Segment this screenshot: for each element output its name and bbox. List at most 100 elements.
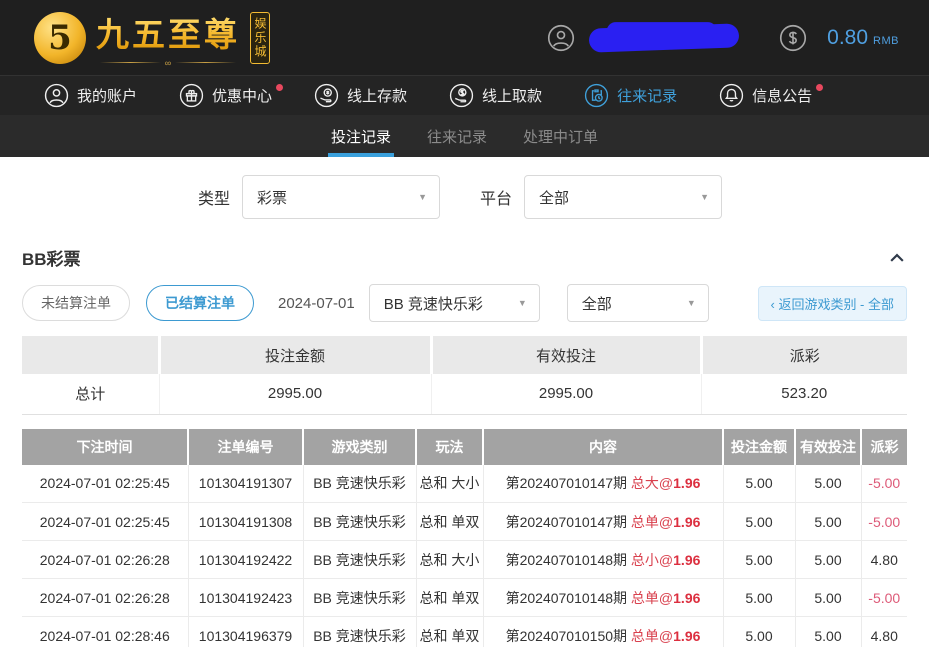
cell-content: 第202407010147期 总单@1.96 [483, 503, 723, 541]
cell-valid: 5.00 [795, 579, 861, 617]
nav-label: 我的账户 [77, 85, 137, 106]
unsettled-bets-button[interactable]: 未结算注单 [22, 285, 130, 321]
cell-play: 总和 大小 [416, 465, 483, 503]
tab-bet-records[interactable]: 投注记录 [331, 115, 391, 157]
chevron-down-icon: ▼ [700, 192, 709, 202]
cell-game: BB 竞速快乐彩 [303, 541, 416, 579]
scope-select[interactable]: 全部 ▼ [567, 284, 709, 322]
filter-row: 类型 彩票 ▼ 平台 全部 ▼ [22, 157, 907, 235]
balance-display[interactable]: 0.80 RMB [827, 26, 899, 50]
summary-table: 投注金额 有效投注 派彩 总计 2995.00 2995.00 523.20 [22, 336, 907, 415]
cell-amount: 5.00 [723, 541, 795, 579]
col-play-type: 玩法 [416, 429, 483, 465]
cell-payout: 4.80 [861, 541, 907, 579]
controls-row: 未结算注单 已结算注单 2024-07-01 BB 竞速快乐彩 ▼ 全部 ▼ ‹… [22, 282, 907, 336]
table-row: 2024-07-01 02:25:45 101304191308 BB 竞速快乐… [22, 503, 907, 541]
logo-badge: 娱乐城 [250, 12, 270, 64]
platform-select-value: 全部 [539, 187, 569, 208]
cell-time: 2024-07-01 02:25:45 [22, 465, 188, 503]
table-row: 2024-07-01 02:26:28 101304192423 BB 竞速快乐… [22, 579, 907, 617]
cell-play: 总和 大小 [416, 541, 483, 579]
cell-valid: 5.00 [795, 617, 861, 647]
logo-flourish-icon: ∞ [96, 58, 240, 68]
cell-payout: 4.80 [861, 617, 907, 647]
cell-content: 第202407010150期 总单@1.96 [483, 617, 723, 647]
nav-item-deposit[interactable]: 线上存款 [293, 76, 428, 115]
nav-label: 线上取款 [482, 85, 542, 106]
bet-records-table: 下注时间 注单编号 游戏类别 玩法 内容 投注金额 有效投注 派彩 2024-0… [22, 429, 907, 647]
avatar-icon[interactable] [547, 24, 575, 52]
cell-play: 总和 单双 [416, 503, 483, 541]
chevron-up-icon[interactable] [887, 248, 907, 268]
cell-order: 101304192422 [188, 541, 303, 579]
cell-time: 2024-07-01 02:26:28 [22, 541, 188, 579]
date-picker[interactable]: 2024-07-01 [278, 295, 355, 312]
cell-valid: 5.00 [795, 465, 861, 503]
deposit-icon [314, 83, 339, 108]
notification-dot [816, 84, 823, 91]
table-row: 2024-07-01 02:28:46 101304196379 BB 竞速快乐… [22, 617, 907, 647]
table-row: 2024-07-01 02:25:45 101304191307 BB 竞速快乐… [22, 465, 907, 503]
table-row: 2024-07-01 02:26:28 101304192422 BB 竞速快乐… [22, 541, 907, 579]
chevron-down-icon: ▼ [687, 298, 696, 308]
user-icon [44, 83, 69, 108]
cell-order: 101304191308 [188, 503, 303, 541]
cell-play: 总和 单双 [416, 579, 483, 617]
cell-payout: -5.00 [861, 579, 907, 617]
balance-currency: RMB [873, 35, 899, 47]
cell-valid: 5.00 [795, 541, 861, 579]
cell-game: BB 竞速快乐彩 [303, 617, 416, 647]
username-redacted[interactable] [589, 23, 740, 52]
nav-item-announcements[interactable]: 信息公告 [698, 76, 833, 115]
summary-header-empty [22, 336, 159, 374]
chevron-down-icon: ▼ [418, 192, 427, 202]
summary-header-payout: 派彩 [701, 336, 907, 374]
nav-item-withdraw[interactable]: 线上取款 [428, 76, 563, 115]
cell-time: 2024-07-01 02:28:46 [22, 617, 188, 647]
cell-game: BB 竞速快乐彩 [303, 503, 416, 541]
nav-label: 往来记录 [617, 85, 677, 106]
cell-play: 总和 单双 [416, 617, 483, 647]
summary-valid-total: 2995.00 [431, 374, 701, 414]
scope-select-value: 全部 [582, 293, 612, 314]
records-icon [584, 83, 609, 108]
logo-title: 九五至尊 [96, 8, 240, 56]
tab-transaction-records[interactable]: 往来记录 [427, 115, 487, 157]
type-filter-label: 类型 [198, 185, 230, 209]
back-to-game-category-link[interactable]: ‹ 返回游戏类别 - 全部 [758, 286, 908, 321]
nav-label: 优惠中心 [212, 85, 272, 106]
game-select[interactable]: BB 竞速快乐彩 ▼ [369, 284, 540, 322]
gift-icon [179, 83, 204, 108]
nav-item-my-account[interactable]: 我的账户 [34, 76, 158, 115]
table-header-row: 下注时间 注单编号 游戏类别 玩法 内容 投注金额 有效投注 派彩 [22, 429, 907, 465]
notification-dot [276, 84, 283, 91]
cell-content: 第202407010148期 总小@1.96 [483, 541, 723, 579]
col-bet-amount: 投注金额 [723, 429, 795, 465]
cell-time: 2024-07-01 02:25:45 [22, 503, 188, 541]
nav-item-promotions[interactable]: 优惠中心 [158, 76, 293, 115]
summary-header-valid-bet: 有效投注 [431, 336, 701, 374]
tab-pending-orders[interactable]: 处理中订单 [523, 115, 598, 157]
section-title: BB彩票 [22, 245, 81, 270]
top-header: 5 九五至尊 ∞ 娱乐城 0.80 RMB [0, 0, 929, 75]
summary-total-label: 总计 [22, 374, 159, 414]
section-header: BB彩票 [22, 235, 907, 282]
col-order-number: 注单编号 [188, 429, 303, 465]
cell-content: 第202407010148期 总单@1.96 [483, 579, 723, 617]
platform-filter-label: 平台 [480, 185, 512, 209]
balance-amount: 0.80 [827, 26, 868, 50]
cell-game: BB 竞速快乐彩 [303, 579, 416, 617]
col-payout: 派彩 [861, 429, 907, 465]
summary-bet-total: 2995.00 [159, 374, 431, 414]
cell-time: 2024-07-01 02:26:28 [22, 579, 188, 617]
platform-select[interactable]: 全部 ▼ [524, 175, 722, 219]
nav-item-transaction-records[interactable]: 往来记录 [563, 76, 698, 115]
settled-bets-button[interactable]: 已结算注单 [146, 285, 254, 321]
nav-label: 线上存款 [347, 85, 407, 106]
coin-icon [779, 24, 807, 52]
nav-label: 信息公告 [752, 85, 812, 106]
site-logo[interactable]: 5 九五至尊 ∞ 娱乐城 [34, 8, 294, 68]
cell-payout: -5.00 [861, 503, 907, 541]
cell-amount: 5.00 [723, 465, 795, 503]
type-select[interactable]: 彩票 ▼ [242, 175, 440, 219]
